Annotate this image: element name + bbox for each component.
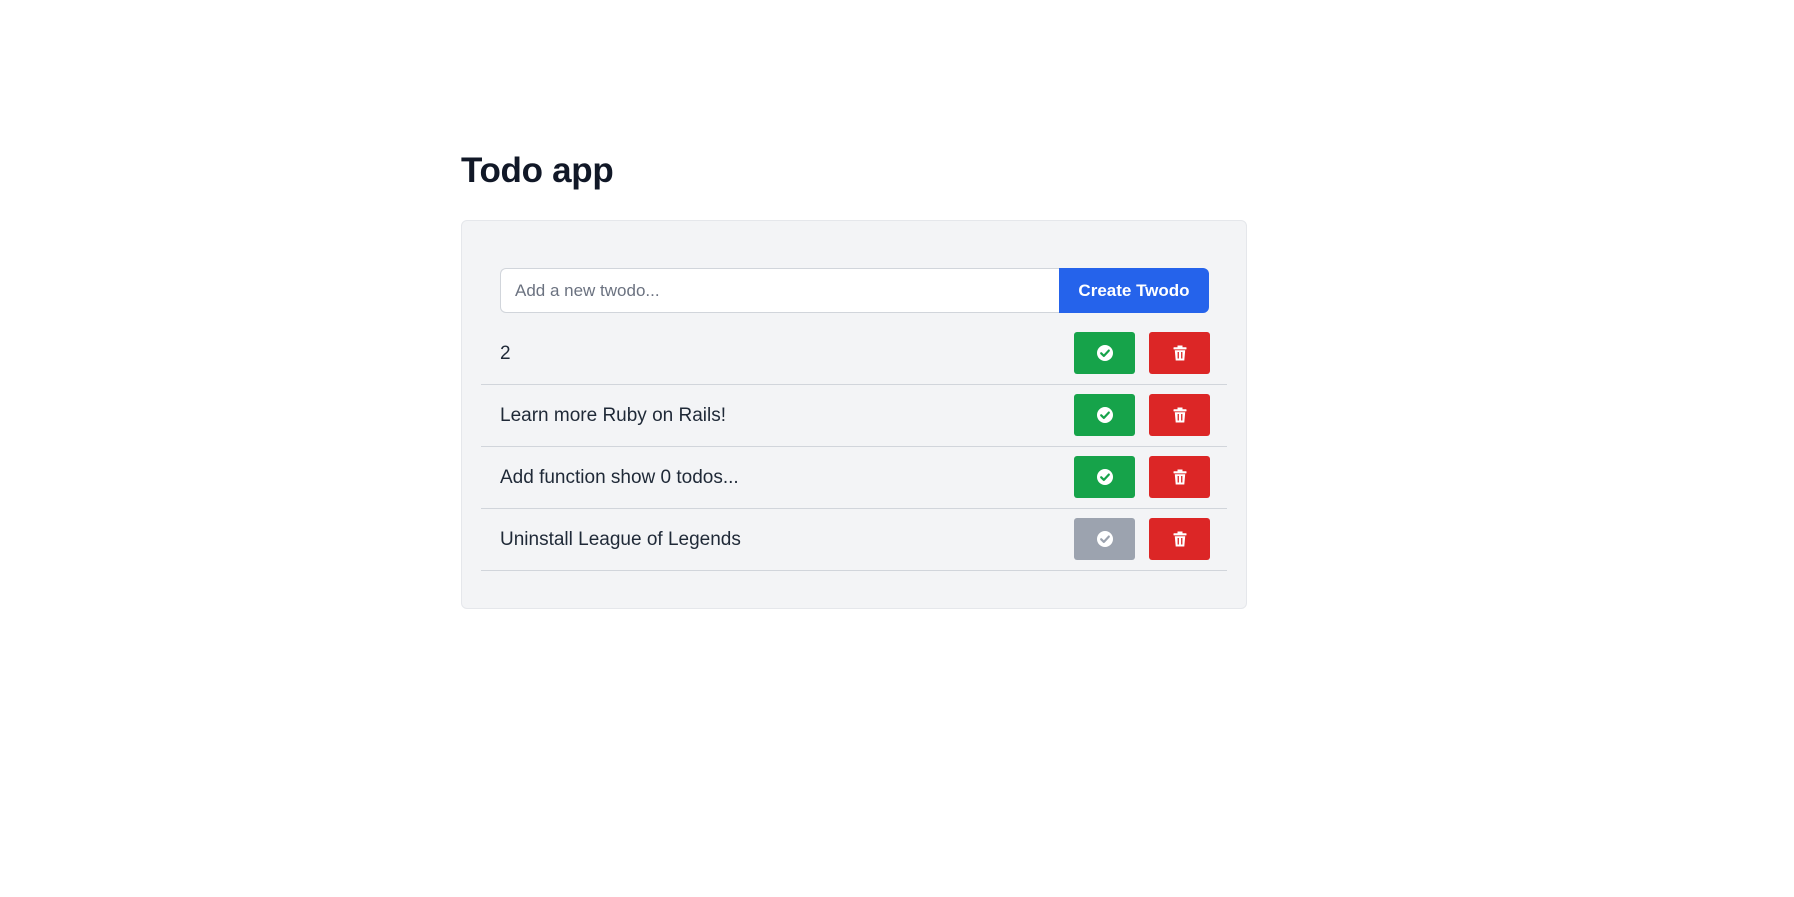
todo-item: 2 — [481, 323, 1227, 385]
create-twodo-button[interactable]: Create Twodo — [1059, 268, 1209, 313]
trash-icon — [1171, 344, 1189, 362]
trash-icon — [1171, 406, 1189, 424]
todo-text: Uninstall League of Legends — [500, 528, 741, 550]
todo-text: 2 — [500, 342, 511, 364]
delete-button[interactable] — [1149, 332, 1210, 374]
todo-panel: Create Twodo 2 Learn more Ruby on Rails! — [461, 220, 1247, 609]
new-todo-form: Create Twodo — [500, 268, 1209, 313]
page-title: Todo app — [461, 151, 614, 190]
trash-icon — [1171, 530, 1189, 548]
delete-button[interactable] — [1149, 518, 1210, 560]
todo-text: Learn more Ruby on Rails! — [500, 404, 726, 426]
check-circle-icon — [1096, 530, 1114, 548]
todo-item: Learn more Ruby on Rails! — [481, 385, 1227, 447]
todo-text: Add function show 0 todos... — [500, 466, 739, 488]
delete-button[interactable] — [1149, 394, 1210, 436]
delete-button[interactable] — [1149, 456, 1210, 498]
todo-item: Uninstall League of Legends — [481, 509, 1227, 571]
todo-list: 2 Learn more Ruby on Rails! Add function… — [481, 323, 1227, 571]
new-todo-input[interactable] — [500, 268, 1059, 313]
check-circle-icon — [1096, 406, 1114, 424]
check-circle-icon — [1096, 468, 1114, 486]
complete-button[interactable] — [1074, 456, 1135, 498]
complete-button[interactable] — [1074, 518, 1135, 560]
complete-button[interactable] — [1074, 394, 1135, 436]
complete-button[interactable] — [1074, 332, 1135, 374]
todo-item: Add function show 0 todos... — [481, 447, 1227, 509]
check-circle-icon — [1096, 344, 1114, 362]
trash-icon — [1171, 468, 1189, 486]
